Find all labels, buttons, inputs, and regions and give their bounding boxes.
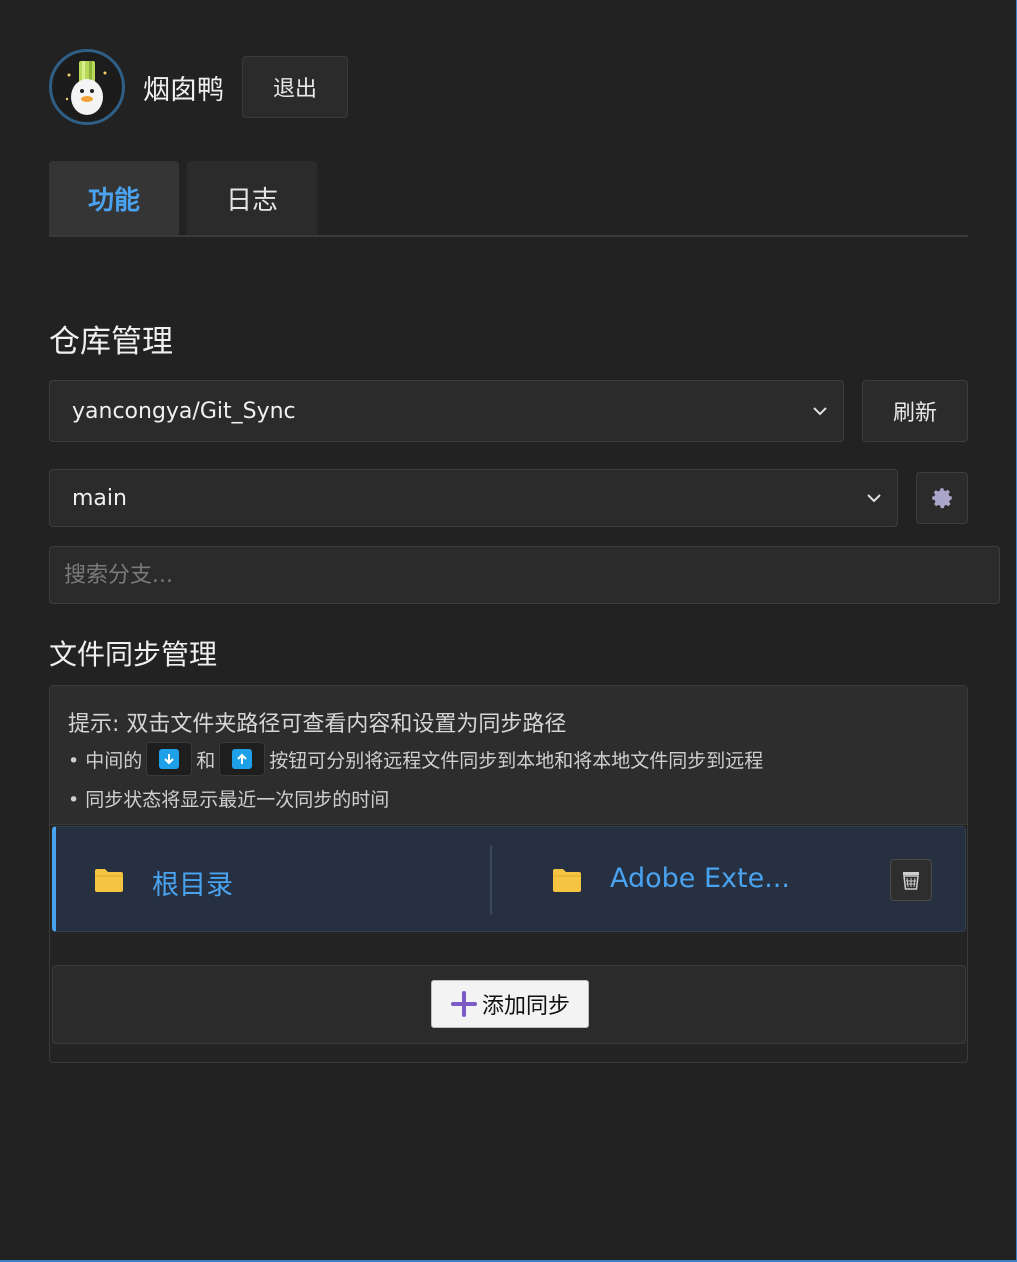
tab-features[interactable]: 功能 <box>49 161 179 235</box>
sync-row[interactable]: 根目录 Adobe Exte... <box>52 826 966 932</box>
avatar <box>49 49 125 125</box>
tip-text: 和 <box>196 749 216 772</box>
repo-section-title: 仓库管理 <box>49 324 173 360</box>
user-header: 烟囱鸭 退出 <box>49 49 348 125</box>
sync-section-title: 文件同步管理 <box>49 638 218 671</box>
local-path-label[interactable]: 根目录 <box>152 863 233 902</box>
add-sync-button[interactable]: 添加同步 <box>431 980 589 1028</box>
branch-settings-button[interactable] <box>916 472 968 524</box>
folder-icon <box>553 869 581 892</box>
chevron-down-icon <box>813 407 827 416</box>
remote-path-label[interactable]: Adobe Exte... <box>610 863 790 894</box>
tip-line-buttons: • 中间的 和 按钮可分别将远程文件同步到本地和将本地文件同步到远程 <box>68 742 763 776</box>
gear-icon <box>932 488 952 509</box>
arrow-up-icon <box>237 753 247 764</box>
refresh-button[interactable]: 刷新 <box>862 380 968 442</box>
chevron-down-icon <box>867 494 881 503</box>
branch-search-input[interactable] <box>49 546 1000 604</box>
username: 烟囱鸭 <box>143 74 224 106</box>
tip-text: • 中间的 <box>68 749 143 772</box>
tab-bar: 功能 日志 <box>49 161 968 237</box>
upload-key <box>219 742 266 776</box>
branch-select-value: main <box>72 485 127 511</box>
sync-panel: 提示: 双击文件夹路径可查看内容和设置为同步路径 • 中间的 和 按钮可分别将远… <box>49 685 968 1063</box>
folder-icon <box>95 869 123 892</box>
arrow-down-icon <box>164 754 174 765</box>
repo-select-value: yancongya/Git_Sync <box>72 398 296 424</box>
tips-box: 提示: 双击文件夹路径可查看内容和设置为同步路径 • 中间的 和 按钮可分别将远… <box>50 686 967 825</box>
logout-button[interactable]: 退出 <box>242 56 348 118</box>
add-sync-area: 添加同步 <box>52 965 966 1044</box>
tip-line-status: • 同步状态将显示最近一次同步的时间 <box>68 789 390 811</box>
delete-sync-button[interactable] <box>890 859 932 901</box>
tip-heading: 提示: 双击文件夹路径可查看内容和设置为同步路径 <box>68 712 567 737</box>
row-divider <box>490 845 492 915</box>
tip-text: 按钮可分别将远程文件同步到本地和将本地文件同步到远程 <box>269 749 764 772</box>
download-key <box>146 742 193 776</box>
duck-mascot-icon <box>65 61 107 115</box>
plus-icon <box>450 991 477 1017</box>
add-sync-label: 添加同步 <box>481 994 570 1019</box>
repo-select[interactable]: yancongya/Git_Sync <box>49 380 844 442</box>
branch-select[interactable]: main <box>49 469 898 527</box>
trash-icon <box>903 872 919 890</box>
tab-logs[interactable]: 日志 <box>187 161 317 235</box>
